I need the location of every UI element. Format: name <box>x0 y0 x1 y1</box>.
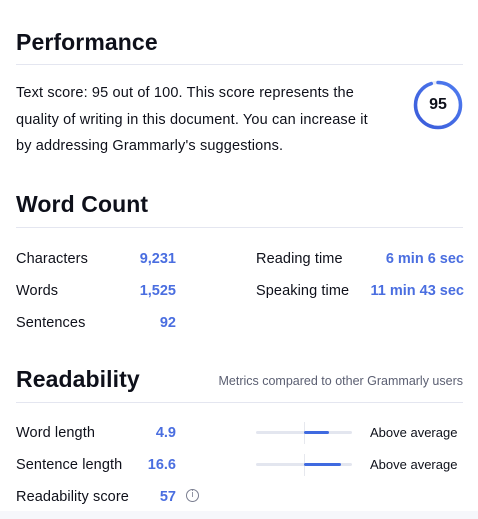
word-length-label: Word length <box>16 425 96 441</box>
bottom-strip <box>0 511 478 519</box>
word-count-heading: Word Count <box>16 191 149 217</box>
word-length-bar-fill <box>304 431 329 434</box>
word-length-value: 4.9 <box>155 425 176 441</box>
metrics-note: Metrics compared to other Grammarly user… <box>218 374 463 388</box>
sentences-label: Sentences <box>16 315 86 331</box>
word-length-comparison: Above average <box>370 425 458 440</box>
words-value: 1,525 <box>139 283 176 299</box>
sentence-length-comparison: Above average <box>370 457 458 472</box>
sentences-value: 92 <box>159 315 176 331</box>
speaking-time-value: 11 min 43 sec <box>370 283 464 299</box>
readability-score-label: Readability score <box>16 489 129 505</box>
sentence-length-value: 16.6 <box>147 457 176 473</box>
sentence-length-bar <box>256 463 352 466</box>
readability-heading: Readability <box>16 366 140 392</box>
reading-time-value: 6 min 6 sec <box>385 251 464 267</box>
performance-heading: Performance <box>16 29 158 55</box>
sentence-length-bar-fill <box>304 463 341 466</box>
performance-description: Text score: 95 out of 100. This score re… <box>16 85 368 154</box>
speaking-time-label: Speaking time <box>256 283 350 299</box>
word-count-divider <box>16 227 463 228</box>
characters-label: Characters <box>16 251 88 267</box>
sentence-length-label: Sentence length <box>16 457 123 473</box>
words-label: Words <box>16 283 59 299</box>
readability-divider <box>16 402 463 403</box>
performance-divider <box>16 64 463 65</box>
info-icon[interactable]: i <box>186 489 199 502</box>
word-length-bar <box>256 431 352 434</box>
characters-value: 9,231 <box>139 251 176 267</box>
reading-time-label: Reading time <box>256 251 343 267</box>
readability-score-value: 57 <box>159 489 176 505</box>
performance-score: 95 <box>429 96 447 113</box>
